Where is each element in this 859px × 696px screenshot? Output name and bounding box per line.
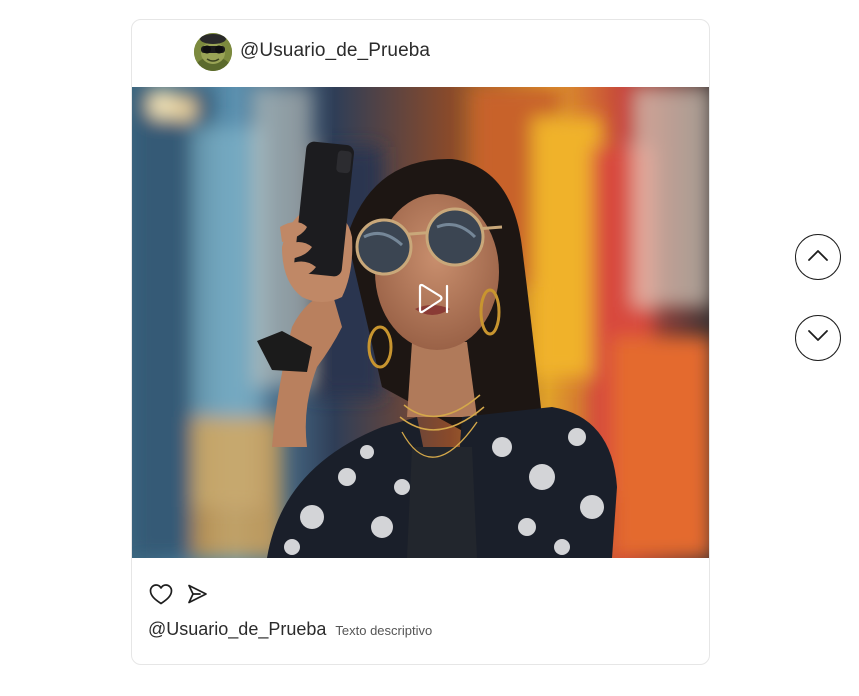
send-icon — [185, 582, 209, 611]
share-button[interactable] — [183, 582, 211, 610]
page: @Usuario_de_Prueba @Usuario_de_Prueba Te… — [0, 0, 859, 696]
post-media[interactable] — [132, 87, 709, 558]
like-button[interactable] — [147, 582, 175, 610]
avatar[interactable] — [194, 33, 232, 71]
caption-text: Texto descriptivo — [335, 623, 433, 638]
header-username[interactable]: @Usuario_de_Prueba — [240, 40, 430, 62]
heart-icon — [148, 582, 174, 611]
post-image — [132, 87, 709, 558]
post-header: @Usuario_de_Prueba — [132, 20, 709, 87]
post-card: @Usuario_de_Prueba @Usuario_de_Prueba Te… — [131, 19, 710, 665]
post-actions — [147, 582, 211, 610]
caption-username[interactable]: @Usuario_de_Prueba — [148, 619, 326, 640]
chevron-down-icon — [807, 329, 829, 348]
play-pause-icon[interactable] — [414, 280, 452, 318]
post-caption: @Usuario_de_Prueba Texto descriptivo — [148, 619, 432, 640]
chevron-up-icon — [807, 248, 829, 267]
next-post-button[interactable] — [795, 315, 841, 361]
previous-post-button[interactable] — [795, 234, 841, 280]
